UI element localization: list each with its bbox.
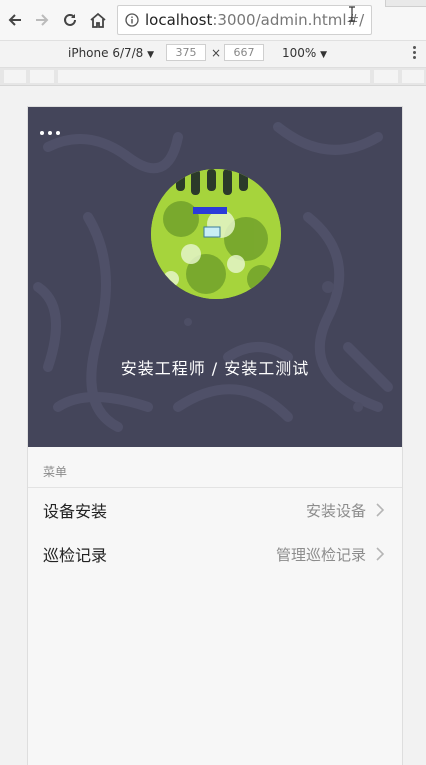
forward-button[interactable] [31, 8, 53, 32]
height-input[interactable]: 667 [224, 44, 264, 61]
zoom-level: 100% [282, 46, 317, 60]
media-query-ruler [0, 68, 426, 86]
divider [28, 487, 402, 488]
info-icon [125, 13, 139, 27]
dimension-separator: × [211, 46, 222, 60]
dropdown-arrow-icon: ▼ [147, 50, 155, 60]
menu-item-title: 巡检记录 [43, 546, 108, 565]
home-button[interactable] [87, 8, 109, 32]
menu-item-extra: 安装设备 [305, 501, 366, 520]
more-options-icon[interactable] [410, 44, 418, 64]
device-select[interactable]: iPhone 6/7/8 ▼ [68, 46, 154, 60]
menu-item-inspection-records[interactable]: 巡检记录 管理巡检记录 [28, 534, 402, 574]
reload-icon [64, 13, 76, 26]
window-control[interactable] [385, 0, 426, 7]
width-input[interactable]: 375 [166, 44, 206, 61]
device-viewport: 安装工程师 / 安装工测试 菜单 设备安装 安装设备 巡检记录 管理巡检记录 [27, 106, 403, 765]
avatar[interactable] [151, 169, 281, 299]
menu-section-label: 菜单 [43, 465, 68, 479]
chevron-right-icon [376, 503, 385, 517]
browser-toolbar: localhost:3000/admin.html#/ [0, 0, 426, 41]
arrow-right-icon [36, 14, 49, 26]
url-path: :3000/admin.html#/ [212, 11, 365, 29]
device-toolbar: iPhone 6/7/8 ▼ 375 × 667 100% ▼ [0, 41, 426, 68]
reload-button[interactable] [59, 8, 81, 32]
url-host: localhost [145, 11, 213, 29]
zoom-select[interactable]: 100% ▼ [282, 46, 327, 60]
user-name: 安装工程师 / 安装工测试 [120, 359, 310, 378]
arrow-left-icon [8, 14, 21, 26]
menu-item-title: 设备安装 [43, 502, 108, 521]
menu-item-device-install[interactable]: 设备安装 安装设备 [28, 490, 402, 530]
menu-item-extra: 管理巡检记录 [275, 545, 366, 564]
chevron-right-icon [376, 547, 385, 561]
address-bar[interactable]: localhost:3000/admin.html#/ [117, 5, 372, 35]
back-button[interactable] [4, 8, 26, 32]
avatar-image [151, 169, 281, 299]
home-icon [90, 12, 106, 28]
dropdown-arrow-icon: ▼ [320, 50, 328, 60]
device-name: iPhone 6/7/8 [68, 46, 144, 60]
profile-header: 安装工程师 / 安装工测试 [28, 107, 402, 447]
text-cursor-icon [349, 6, 355, 22]
more-menu-icon[interactable] [40, 127, 66, 139]
